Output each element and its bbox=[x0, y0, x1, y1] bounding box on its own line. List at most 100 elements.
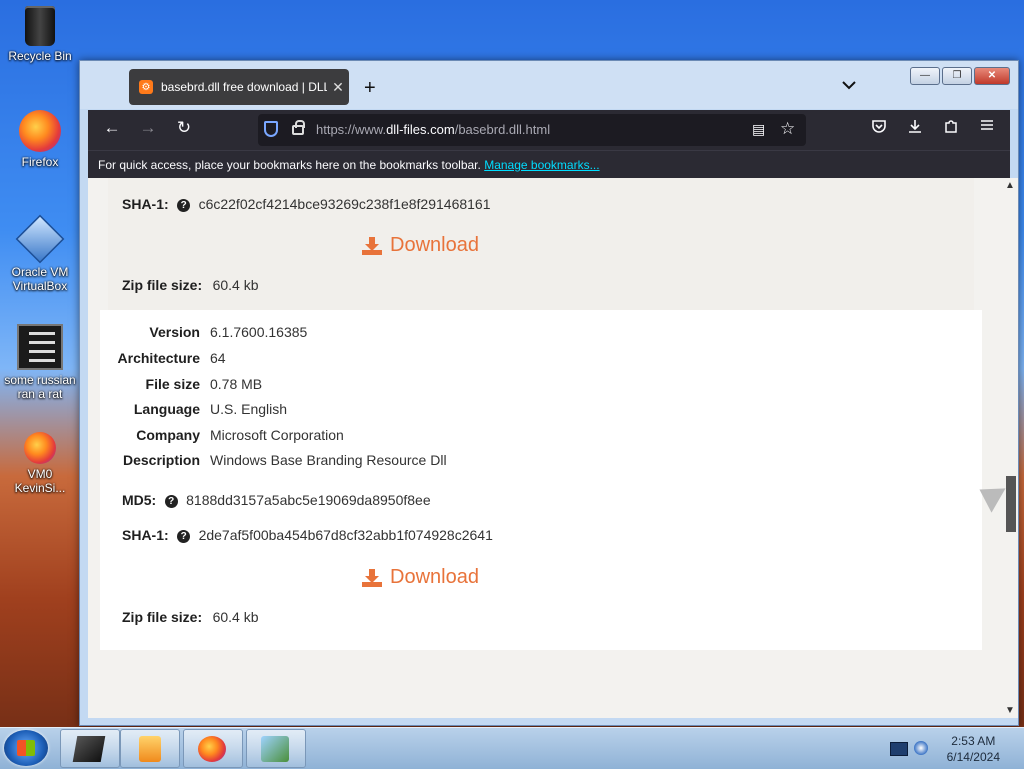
page-content: SHA-1: ? c6c22f02cf4214bce93269c238f1e8f… bbox=[88, 178, 1002, 718]
help-question-icon[interactable]: ? bbox=[177, 199, 191, 212]
md5-value: 8188dd3157a5abc5e19069da8950f8ee bbox=[186, 492, 431, 508]
property-value: Microsoft Corporation bbox=[210, 427, 344, 443]
tab-active[interactable]: ⚙ basebrd.dll free download | DLL ✕ bbox=[129, 69, 349, 105]
navigation-toolbar: ← → ↻ https://www.dll-files.com/basebrd.… bbox=[88, 110, 1010, 150]
recycle-bin-icon bbox=[25, 6, 55, 46]
download-label: Download bbox=[390, 566, 479, 588]
action-center-icon[interactable] bbox=[890, 742, 908, 756]
minimize-button[interactable]: — bbox=[910, 67, 940, 85]
desktop-icon-firefox[interactable]: Firefox bbox=[4, 110, 76, 169]
clock[interactable]: 2:53 AM 6/14/2024 bbox=[947, 733, 1000, 765]
desktop-icon-label: Oracle VM VirtualBox bbox=[11, 265, 69, 293]
file-version-card: Version 6.1.7600.16385 Architecture 64 F… bbox=[100, 310, 982, 650]
restore-button[interactable]: ❐ bbox=[942, 67, 972, 85]
taskbar-button-firefox[interactable] bbox=[183, 729, 243, 768]
browser-window: ⚙ basebrd.dll free download | DLL ✕ + — … bbox=[79, 60, 1019, 726]
clock-date: 6/14/2024 bbox=[946, 750, 1000, 764]
zip-size-label: Zip file size: bbox=[122, 609, 203, 625]
extensions-icon[interactable] bbox=[940, 118, 962, 139]
desktop-icon-label: VM0 KevinSi... bbox=[14, 467, 66, 495]
property-label: Company bbox=[136, 427, 200, 443]
lock-icon[interactable] bbox=[292, 120, 305, 135]
taskbar-button-media-player[interactable] bbox=[120, 729, 180, 768]
desktop-icon-label: some russian ran a rat bbox=[4, 373, 76, 401]
property-value: 6.1.7600.16385 bbox=[210, 324, 308, 340]
chevron-down-icon bbox=[842, 81, 856, 90]
property-value: U.S. English bbox=[210, 401, 288, 417]
sha1-row: SHA-1: ? c6c22f02cf4214bce93269c238f1e8f… bbox=[122, 196, 491, 214]
network-icon[interactable] bbox=[914, 741, 928, 755]
desktop-icon-virtualbox[interactable]: Oracle VM VirtualBox bbox=[4, 214, 76, 293]
site-favicon-icon: ⚙ bbox=[139, 80, 153, 94]
bookmark-star-icon[interactable]: ☆ bbox=[780, 119, 795, 139]
manage-bookmarks-link[interactable]: Manage bookmarks... bbox=[484, 158, 599, 172]
download-label: Download bbox=[390, 234, 479, 256]
desktop-icon-recycle-bin[interactable]: Recycle Bin bbox=[4, 6, 76, 63]
taskbar: 2:53 AM 6/14/2024 bbox=[0, 727, 1024, 769]
menu-hamburger-icon[interactable] bbox=[976, 118, 998, 136]
scroll-down-icon[interactable]: ▼ bbox=[1002, 705, 1018, 716]
forward-button[interactable]: → bbox=[136, 118, 160, 138]
reload-button[interactable]: ↻ bbox=[172, 118, 196, 138]
property-label: Language bbox=[133, 401, 200, 417]
help-question-icon[interactable]: ? bbox=[177, 530, 191, 543]
zip-size-value: 60.4 kb bbox=[212, 609, 259, 625]
sha1-row: SHA-1: ? 2de7af5f00ba454b67d8cf32abb1f07… bbox=[122, 527, 493, 545]
firefox-shortcut-icon bbox=[24, 432, 56, 464]
zip-size-row: Zip file size: 60.4 kb bbox=[122, 609, 259, 627]
bookmarks-toolbar: For quick access, place your bookmarks h… bbox=[88, 150, 1010, 178]
page-scrollbar[interactable]: ▲ ▼ bbox=[1002, 178, 1018, 718]
firefox-icon bbox=[19, 110, 61, 152]
tab-bar: ⚙ basebrd.dll free download | DLL ✕ + — … bbox=[80, 61, 1018, 109]
download-button[interactable]: Download bbox=[362, 234, 479, 257]
zip-size-row: Zip file size: 60.4 kb bbox=[122, 277, 259, 295]
scroll-up-icon[interactable]: ▲ bbox=[1002, 180, 1018, 191]
download-icon bbox=[362, 568, 382, 587]
property-value: Windows Base Branding Resource Dll bbox=[210, 452, 447, 468]
virtualbox-icon bbox=[15, 214, 65, 264]
tab-close-icon[interactable]: ✕ bbox=[327, 79, 349, 96]
md5-row: MD5: ? 8188dd3157a5abc5e19069da8950f8ee bbox=[122, 492, 431, 510]
property-label: Version bbox=[149, 324, 200, 340]
notes-file-icon bbox=[17, 324, 63, 370]
url-text[interactable]: https://www.dll-files.com/basebrd.dll.ht… bbox=[316, 122, 550, 137]
back-button[interactable]: ← bbox=[100, 118, 124, 138]
terminal-icon bbox=[72, 736, 106, 762]
system-tray: 2:53 AM 6/14/2024 bbox=[874, 728, 1024, 769]
start-button[interactable] bbox=[4, 730, 48, 766]
sha1-label: SHA-1: bbox=[122, 196, 169, 212]
sha1-value: 2de7af5f00ba454b67d8cf32abb1f074928c2641 bbox=[198, 527, 493, 543]
desktop-icon-label: Recycle Bin bbox=[8, 49, 72, 63]
close-window-button[interactable]: ✕ bbox=[974, 67, 1010, 85]
clock-time: 2:53 AM bbox=[951, 734, 996, 748]
zip-size-label: Zip file size: bbox=[122, 277, 203, 293]
help-question-icon[interactable]: ? bbox=[164, 495, 178, 508]
taskbar-button-terminal[interactable] bbox=[60, 729, 120, 768]
downloads-icon[interactable] bbox=[904, 118, 926, 139]
sha1-value: c6c22f02cf4214bce93269c238f1e8f291468161 bbox=[198, 196, 491, 212]
property-value: 0.78 MB bbox=[210, 376, 263, 392]
property-label: Architecture bbox=[117, 350, 200, 366]
desktop-icon-label: Firefox bbox=[21, 155, 59, 169]
firefox-icon bbox=[198, 736, 226, 762]
property-label: Description bbox=[122, 452, 200, 468]
scrollbar-thumb[interactable] bbox=[1006, 476, 1016, 532]
bookmarks-hint-text: For quick access, place your bookmarks h… bbox=[98, 158, 481, 172]
url-bar[interactable]: https://www.dll-files.com/basebrd.dll.ht… bbox=[258, 114, 806, 146]
property-label: File size bbox=[145, 376, 200, 392]
reader-view-icon[interactable]: ▤ bbox=[752, 121, 765, 138]
tracking-protection-shield-icon[interactable] bbox=[264, 121, 278, 137]
pocket-icon[interactable] bbox=[868, 118, 890, 139]
windows-logo-icon bbox=[17, 740, 35, 756]
desktop-icon-vm0[interactable]: VM0 KevinSi... bbox=[4, 432, 76, 495]
paint-icon bbox=[261, 736, 289, 762]
new-tab-button[interactable]: + bbox=[364, 77, 376, 100]
list-all-tabs-button[interactable] bbox=[842, 79, 856, 93]
zip-size-value: 60.4 kb bbox=[212, 277, 259, 293]
desktop-icon-notes[interactable]: some russian ran a rat bbox=[4, 324, 76, 401]
md5-label: MD5: bbox=[122, 492, 157, 508]
taskbar-button-paint[interactable] bbox=[246, 729, 306, 768]
sha1-label: SHA-1: bbox=[122, 527, 169, 543]
download-button[interactable]: Download bbox=[362, 566, 479, 589]
download-icon bbox=[362, 236, 382, 255]
